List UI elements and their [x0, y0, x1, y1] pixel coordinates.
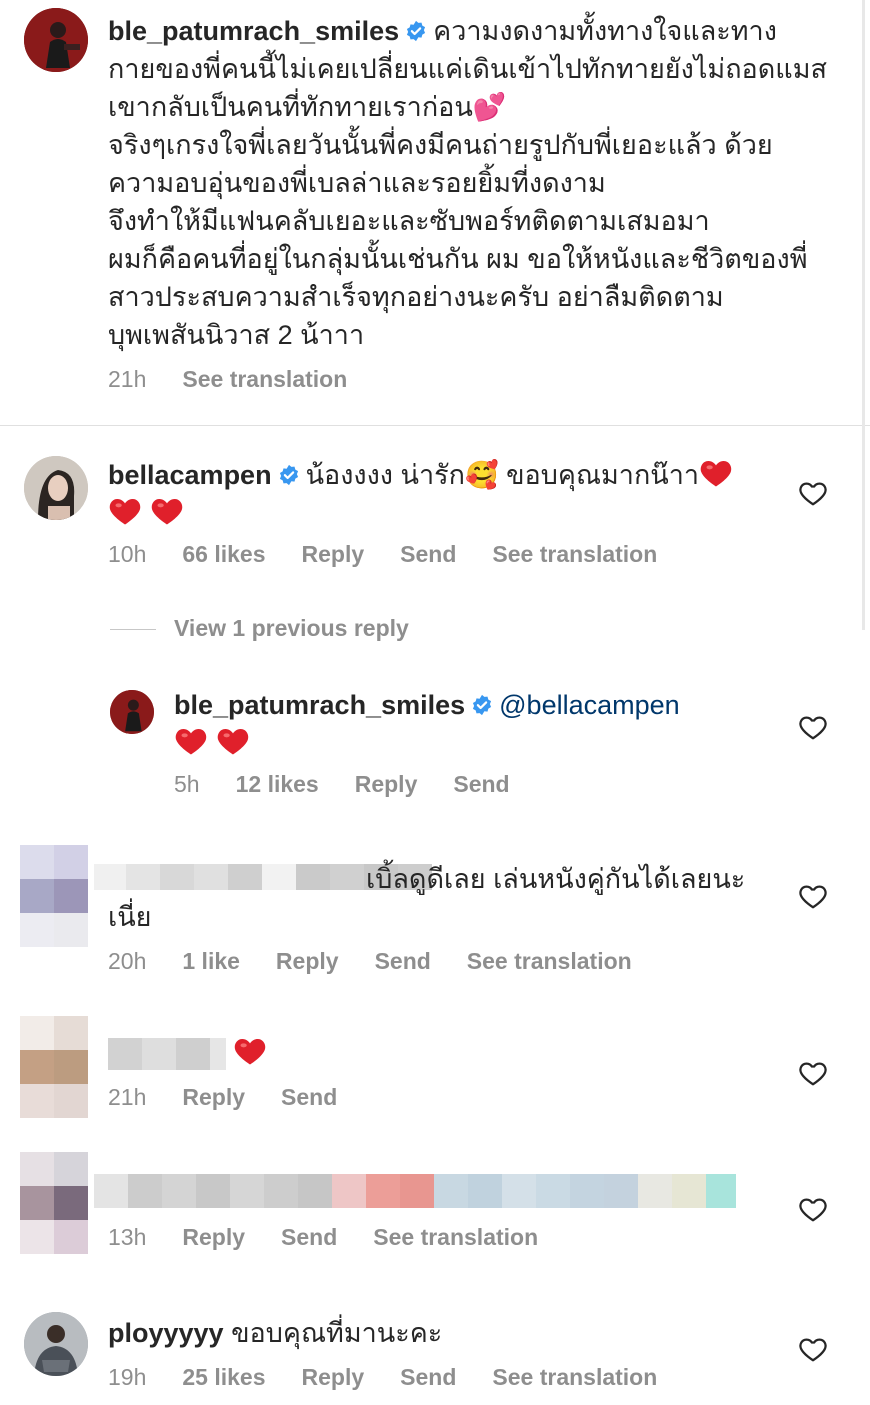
comment-text-line: กายของพี่คนนี้ไม่เคยเปลี่ยนแค่เดินเข้าไป… [108, 54, 827, 84]
username-redacted [94, 1174, 736, 1208]
verified-badge-icon [278, 464, 300, 486]
likes-count[interactable]: 12 likes [236, 771, 319, 797]
username-redacted [108, 1038, 226, 1070]
reply-button[interactable]: Reply [355, 771, 418, 797]
username[interactable]: ployyyyy [108, 1318, 224, 1348]
comment-text-line: จึงทำให้มีแฟนคลับเยอะและซับพอร์ทติดตามเส… [108, 206, 710, 236]
mention-link[interactable]: @bellacampen [499, 690, 680, 720]
timestamp: 13h [108, 1224, 147, 1250]
comment-body: bellacampen น้องงงง น่ารัก🥰 ขอบคุณมากน๊าา [108, 456, 778, 532]
comment-text: เบิ้ลดูดีเลย เล่นหนังคู่กันได้เลยนะ [366, 864, 746, 894]
comment-text-line: บุพเพสันนิวาส 2 น้าาา [108, 320, 365, 350]
comment-meta: 10h 66 likes Reply Send See translation [108, 541, 693, 568]
reply-button[interactable]: Reply [182, 1084, 245, 1110]
comment-meta: 13h Reply Send See translation [108, 1224, 574, 1251]
avatar[interactable] [110, 690, 154, 734]
comment-meta: 21h See translation [108, 366, 383, 393]
comment-text-line: ผมก็คือคนที่อยู่ในกลุ่มนั้นเช่นกัน ผม ขอ… [108, 244, 808, 274]
avatar-pixelated[interactable] [20, 845, 88, 947]
red-heart-icon [108, 494, 142, 528]
avatar[interactable] [24, 8, 88, 72]
send-button[interactable]: Send [281, 1224, 337, 1250]
like-heart-icon[interactable] [798, 881, 828, 911]
comment-text-line: เนี่ย [108, 902, 152, 932]
timestamp: 21h [108, 366, 147, 392]
comment-body: ble_patumrach_smiles @bellacampen [174, 686, 774, 762]
comment-text-line: เขากลับเป็นคนที่ทักทายเราก่อน💕 [108, 92, 507, 122]
likes-count[interactable]: 25 likes [182, 1364, 265, 1390]
see-translation-link[interactable]: See translation [492, 1364, 657, 1390]
likes-count[interactable]: 1 like [182, 948, 240, 974]
red-heart-icon [216, 724, 250, 758]
comment-body: ble_patumrach_smiles ความงดงามทั้งทางใจแล… [108, 12, 848, 354]
send-button[interactable]: Send [453, 771, 509, 797]
avatar[interactable] [24, 1312, 88, 1376]
red-heart-icon [699, 456, 733, 490]
verified-badge-icon [471, 694, 493, 716]
likes-count[interactable]: 66 likes [182, 541, 265, 567]
timestamp: 10h [108, 541, 147, 567]
comment-meta: 20h 1 like Reply Send See translation [108, 948, 668, 975]
timestamp: 19h [108, 1364, 147, 1390]
send-button[interactable]: Send [400, 1364, 456, 1390]
verified-badge-icon [405, 20, 427, 42]
reply-button[interactable]: Reply [276, 948, 339, 974]
reply-button[interactable]: Reply [302, 1364, 365, 1390]
comment-text-line: ความงดงามทั้งทางใจและทาง [433, 16, 777, 46]
comment-text: น้องงงง น่ารัก🥰 ขอบคุณมากน๊าา [305, 460, 700, 490]
comment-text-line: ความอบอุ่นของพี่เบลล่าและรอยยิ้มที่งดงาม [108, 168, 606, 198]
send-button[interactable]: Send [400, 541, 456, 567]
timestamp: 20h [108, 948, 147, 974]
red-heart-icon [233, 1034, 267, 1068]
avatar-pixelated[interactable] [20, 1016, 88, 1118]
comment-meta: 19h 25 likes Reply Send See translation [108, 1364, 693, 1391]
scrollbar[interactable] [862, 0, 865, 630]
like-heart-icon[interactable] [798, 1194, 828, 1224]
red-heart-icon [150, 494, 184, 528]
like-heart-icon[interactable] [798, 1334, 828, 1364]
avatar[interactable] [24, 456, 88, 520]
comment-text-line: จริงๆเกรงใจพี่เลยวันนั้นพี่คงมีคนถ่ายรูป… [108, 130, 773, 160]
like-heart-icon[interactable] [798, 1058, 828, 1088]
like-heart-icon[interactable] [798, 712, 828, 742]
see-translation-link[interactable]: See translation [492, 541, 657, 567]
reply-button[interactable]: Reply [302, 541, 365, 567]
see-translation-link[interactable]: See translation [182, 366, 347, 392]
send-button[interactable]: Send [281, 1084, 337, 1110]
replies-line [110, 629, 156, 630]
avatar-pixelated[interactable] [20, 1152, 88, 1254]
comment-text: ขอบคุณที่มานะคะ [231, 1318, 443, 1348]
comment-meta: 5h 12 likes Reply Send [174, 771, 546, 798]
see-translation-link[interactable]: See translation [373, 1224, 538, 1250]
send-button[interactable]: Send [375, 948, 431, 974]
reply-button[interactable]: Reply [182, 1224, 245, 1250]
timestamp: 5h [174, 771, 200, 797]
username[interactable]: bellacampen [108, 460, 272, 490]
view-previous-replies-button[interactable]: View 1 previous reply [174, 615, 409, 642]
comment-text-line: สาวประสบความสำเร็จทุกอย่างนะครับ อย่าลืม… [108, 282, 724, 312]
red-heart-icon [174, 724, 208, 758]
comment-body: เบิ้ลดูดีเลย เล่นหนังคู่กันได้เลยนะ เนี่… [108, 860, 788, 936]
like-heart-icon[interactable] [798, 478, 828, 508]
username[interactable]: ble_patumrach_smiles [108, 16, 399, 46]
timestamp: 21h [108, 1084, 147, 1110]
username[interactable]: ble_patumrach_smiles [174, 690, 465, 720]
comment-body: ployyyyy ขอบคุณที่มานะคะ [108, 1314, 778, 1352]
see-translation-link[interactable]: See translation [467, 948, 632, 974]
comment-meta: 21h Reply Send [108, 1084, 373, 1111]
divider [0, 425, 870, 426]
